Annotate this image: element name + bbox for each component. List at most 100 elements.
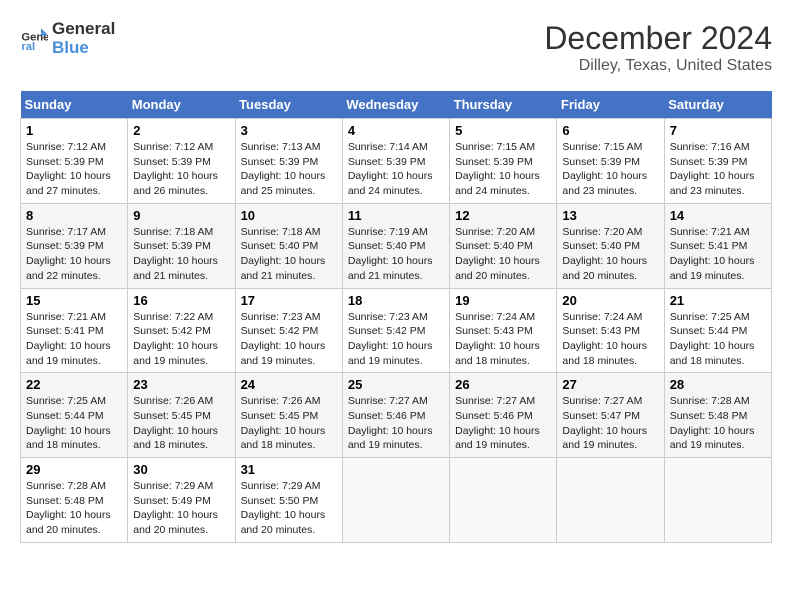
- day-number: 4: [348, 123, 444, 138]
- calendar-cell: 22 Sunrise: 7:25 AMSunset: 5:44 PMDayligh…: [21, 373, 128, 458]
- calendar-cell: 6 Sunrise: 7:15 AMSunset: 5:39 PMDaylight…: [557, 119, 664, 204]
- calendar-cell: 7 Sunrise: 7:16 AMSunset: 5:39 PMDaylight…: [664, 119, 771, 204]
- day-number: 10: [241, 208, 337, 223]
- calendar-cell: 12 Sunrise: 7:20 AMSunset: 5:40 PMDayligh…: [450, 203, 557, 288]
- cell-info: Sunrise: 7:20 AMSunset: 5:40 PMDaylight:…: [455, 226, 540, 282]
- cell-info: Sunrise: 7:18 AMSunset: 5:40 PMDaylight:…: [241, 226, 326, 282]
- calendar-cell: 10 Sunrise: 7:18 AMSunset: 5:40 PMDayligh…: [235, 203, 342, 288]
- calendar-cell: 23 Sunrise: 7:26 AMSunset: 5:45 PMDayligh…: [128, 373, 235, 458]
- day-number: 21: [670, 293, 766, 308]
- calendar-cell: 4 Sunrise: 7:14 AMSunset: 5:39 PMDaylight…: [342, 119, 449, 204]
- day-number: 23: [133, 377, 229, 392]
- svg-text:ral: ral: [21, 41, 35, 53]
- calendar-cell: 29 Sunrise: 7:28 AMSunset: 5:48 PMDayligh…: [21, 458, 128, 543]
- calendar-cell: 31 Sunrise: 7:29 AMSunset: 5:50 PMDayligh…: [235, 458, 342, 543]
- day-header-monday: Monday: [128, 91, 235, 119]
- calendar-cell: 15Sunrise: 7:21 AMSunset: 5:41 PMDayligh…: [21, 288, 128, 373]
- day-number: 11: [348, 208, 444, 223]
- calendar-cell: [450, 458, 557, 543]
- cell-info: Sunrise: 7:17 AMSunset: 5:39 PMDaylight:…: [26, 226, 111, 282]
- cell-info: Sunrise: 7:27 AMSunset: 5:46 PMDaylight:…: [455, 395, 540, 451]
- day-number: 24: [241, 377, 337, 392]
- day-number: 7: [670, 123, 766, 138]
- calendar-cell: 11 Sunrise: 7:19 AMSunset: 5:40 PMDayligh…: [342, 203, 449, 288]
- calendar-cell: 17Sunrise: 7:23 AMSunset: 5:42 PMDayligh…: [235, 288, 342, 373]
- calendar-cell: 21 Sunrise: 7:25 AMSunset: 5:44 PMDayligh…: [664, 288, 771, 373]
- day-number: 5: [455, 123, 551, 138]
- cell-info: Sunrise: 7:15 AMSunset: 5:39 PMDaylight:…: [455, 141, 540, 197]
- cell-info: Sunrise: 7:28 AMSunset: 5:48 PMDaylight:…: [670, 395, 755, 451]
- cell-info: Sunrise: 7:21 AMSunset: 5:41 PMDaylight:…: [670, 226, 755, 282]
- calendar-cell: 3 Sunrise: 7:13 AMSunset: 5:39 PMDaylight…: [235, 119, 342, 204]
- day-number: 27: [562, 377, 658, 392]
- day-number: 19: [455, 293, 551, 308]
- calendar-cell: 9 Sunrise: 7:18 AMSunset: 5:39 PMDaylight…: [128, 203, 235, 288]
- calendar-cell: 16 Sunrise: 7:22 AMSunset: 5:42 PMDayligh…: [128, 288, 235, 373]
- day-header-sunday: Sunday: [21, 91, 128, 119]
- cell-info: Sunrise: 7:18 AMSunset: 5:39 PMDaylight:…: [133, 226, 218, 282]
- calendar-week-3: 22 Sunrise: 7:25 AMSunset: 5:44 PMDayligh…: [21, 373, 772, 458]
- calendar-cell: 14 Sunrise: 7:21 AMSunset: 5:41 PMDayligh…: [664, 203, 771, 288]
- cell-info: Sunrise: 7:12 AMSunset: 5:39 PMDaylight:…: [26, 141, 111, 197]
- day-header-saturday: Saturday: [664, 91, 771, 119]
- cell-info: Sunrise: 7:29 AMSunset: 5:50 PMDaylight:…: [241, 480, 326, 536]
- day-number: 22: [26, 377, 122, 392]
- day-number: 29: [26, 462, 122, 477]
- day-number: 3: [241, 123, 337, 138]
- day-number: 8: [26, 208, 122, 223]
- day-number: 1: [26, 123, 122, 138]
- day-number: 31: [241, 462, 337, 477]
- calendar-cell: 13 Sunrise: 7:20 AMSunset: 5:40 PMDayligh…: [557, 203, 664, 288]
- day-number: 14: [670, 208, 766, 223]
- day-number: 9: [133, 208, 229, 223]
- cell-info: Sunrise: 7:19 AMSunset: 5:40 PMDaylight:…: [348, 226, 433, 282]
- calendar-cell: 5 Sunrise: 7:15 AMSunset: 5:39 PMDaylight…: [450, 119, 557, 204]
- day-number: 25: [348, 377, 444, 392]
- cell-info: Sunrise: 7:29 AMSunset: 5:49 PMDaylight:…: [133, 480, 218, 536]
- cell-info: Sunrise: 7:16 AMSunset: 5:39 PMDaylight:…: [670, 141, 755, 197]
- cell-info: Sunrise: 7:25 AMSunset: 5:44 PMDaylight:…: [26, 395, 111, 451]
- cell-info: Sunrise: 7:12 AMSunset: 5:39 PMDaylight:…: [133, 141, 218, 197]
- day-header-wednesday: Wednesday: [342, 91, 449, 119]
- calendar-cell: 1 Sunrise: 7:12 AMSunset: 5:39 PMDaylight…: [21, 119, 128, 204]
- day-number: 13: [562, 208, 658, 223]
- calendar-cell: 19 Sunrise: 7:24 AMSunset: 5:43 PMDayligh…: [450, 288, 557, 373]
- calendar-week-2: 15Sunrise: 7:21 AMSunset: 5:41 PMDayligh…: [21, 288, 772, 373]
- day-header-thursday: Thursday: [450, 91, 557, 119]
- month-title: December 2024: [544, 20, 772, 57]
- cell-info: Sunrise: 7:13 AMSunset: 5:39 PMDaylight:…: [241, 141, 326, 197]
- cell-info: Sunrise: 7:25 AMSunset: 5:44 PMDaylight:…: [670, 311, 755, 367]
- logo-icon: Gene ral: [20, 25, 48, 53]
- logo-text-line1: General: [52, 20, 115, 39]
- day-number: 12: [455, 208, 551, 223]
- day-number: 6: [562, 123, 658, 138]
- cell-info: Sunrise: 7:15 AMSunset: 5:39 PMDaylight:…: [562, 141, 647, 197]
- cell-info: Sunrise: 7:26 AMSunset: 5:45 PMDaylight:…: [133, 395, 218, 451]
- day-number: 30: [133, 462, 229, 477]
- cell-info: Sunrise: 7:27 AMSunset: 5:47 PMDaylight:…: [562, 395, 647, 451]
- calendar-cell: [342, 458, 449, 543]
- cell-info: Sunrise: 7:28 AMSunset: 5:48 PMDaylight:…: [26, 480, 111, 536]
- calendar-cell: 30 Sunrise: 7:29 AMSunset: 5:49 PMDayligh…: [128, 458, 235, 543]
- day-header-friday: Friday: [557, 91, 664, 119]
- cell-info: Sunrise: 7:20 AMSunset: 5:40 PMDaylight:…: [562, 226, 647, 282]
- cell-info: Sunrise: 7:24 AMSunset: 5:43 PMDaylight:…: [455, 311, 540, 367]
- calendar-cell: 27 Sunrise: 7:27 AMSunset: 5:47 PMDayligh…: [557, 373, 664, 458]
- day-number: 20: [562, 293, 658, 308]
- calendar-cell: 26Sunrise: 7:27 AMSunset: 5:46 PMDayligh…: [450, 373, 557, 458]
- day-number: 16: [133, 293, 229, 308]
- cell-info: Sunrise: 7:14 AMSunset: 5:39 PMDaylight:…: [348, 141, 433, 197]
- day-number: 18: [348, 293, 444, 308]
- logo: Gene ral General Blue: [20, 20, 115, 57]
- cell-info: Sunrise: 7:22 AMSunset: 5:42 PMDaylight:…: [133, 311, 218, 367]
- calendar-cell: 18Sunrise: 7:23 AMSunset: 5:42 PMDayligh…: [342, 288, 449, 373]
- day-number: 2: [133, 123, 229, 138]
- calendar-table: SundayMondayTuesdayWednesdayThursdayFrid…: [20, 91, 772, 543]
- calendar-cell: 25Sunrise: 7:27 AMSunset: 5:46 PMDayligh…: [342, 373, 449, 458]
- header: Gene ral General Blue December 2024 Dill…: [20, 20, 772, 75]
- logo-text-line2: Blue: [52, 39, 115, 58]
- day-number: 28: [670, 377, 766, 392]
- calendar-week-4: 29 Sunrise: 7:28 AMSunset: 5:48 PMDayligh…: [21, 458, 772, 543]
- calendar-cell: 2 Sunrise: 7:12 AMSunset: 5:39 PMDaylight…: [128, 119, 235, 204]
- calendar-cell: [664, 458, 771, 543]
